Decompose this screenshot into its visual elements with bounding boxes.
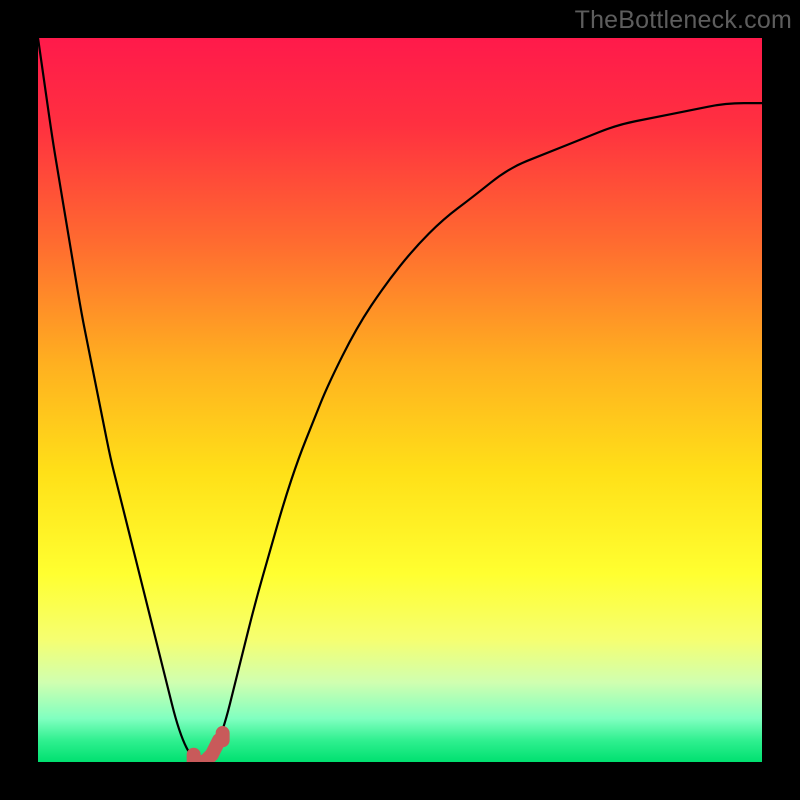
watermark-text: TheBottleneck.com xyxy=(575,6,792,35)
chart-frame: TheBottleneck.com xyxy=(0,0,800,800)
bottleneck-chart xyxy=(38,38,762,762)
heatmap-background xyxy=(38,38,762,762)
